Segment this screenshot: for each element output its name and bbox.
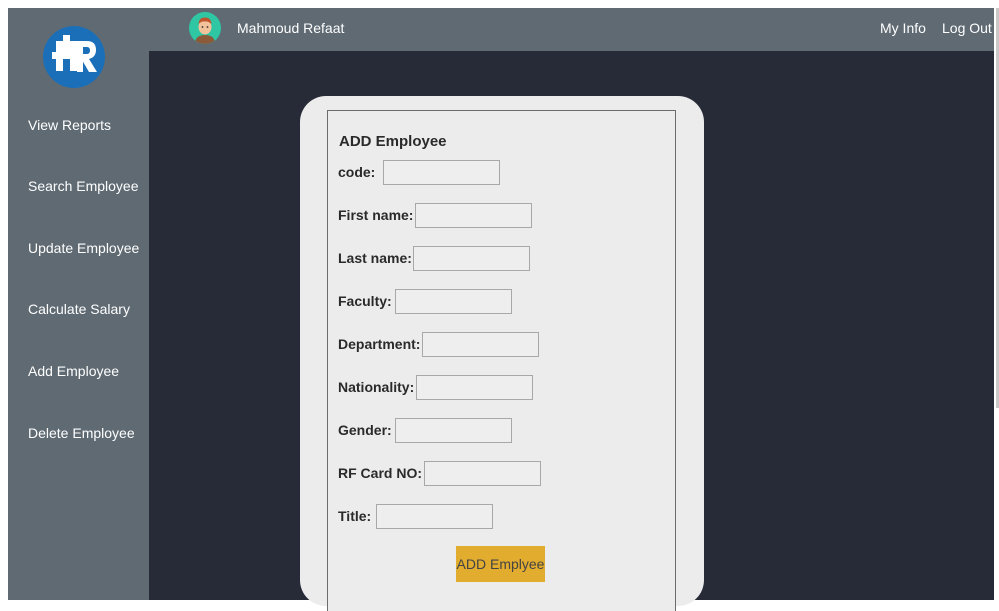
user-avatar-icon xyxy=(189,12,221,44)
first-name-label: First name: xyxy=(338,207,414,223)
nav-search-employee[interactable]: Search Employee xyxy=(28,178,139,194)
last-name-field[interactable] xyxy=(413,246,530,271)
faculty-field[interactable] xyxy=(395,289,512,314)
faculty-label: Faculty: xyxy=(338,293,392,309)
logout-link[interactable]: Log Out xyxy=(942,20,992,36)
add-employee-form xyxy=(327,110,676,611)
code-label: code: xyxy=(338,164,376,180)
nav-update-employee[interactable]: Update Employee xyxy=(28,240,139,256)
department-label: Department: xyxy=(338,336,421,352)
nationality-label: Nationality: xyxy=(338,379,415,395)
avatar[interactable] xyxy=(189,12,221,44)
app-window: View Reports Search Employee Update Empl… xyxy=(0,0,999,611)
department-field[interactable] xyxy=(422,332,539,357)
nav-view-reports[interactable]: View Reports xyxy=(28,117,111,133)
title-field[interactable] xyxy=(376,504,493,529)
rf-card-no-field[interactable] xyxy=(424,461,541,486)
gender-label: Gender: xyxy=(338,422,392,438)
rf-card-no-label: RF Card NO: xyxy=(338,465,422,481)
nav-add-employee[interactable]: Add Employee xyxy=(28,363,119,379)
last-name-label: Last name: xyxy=(338,250,412,266)
my-info-link[interactable]: My Info xyxy=(880,20,926,36)
nationality-field[interactable] xyxy=(416,375,533,400)
code-field[interactable] xyxy=(383,160,500,185)
nav-calculate-salary[interactable]: Calculate Salary xyxy=(28,301,130,317)
user-name: Mahmoud Refaat xyxy=(237,20,345,36)
nav-delete-employee[interactable]: Delete Employee xyxy=(28,425,135,441)
hr-logo xyxy=(43,26,105,88)
add-employee-button[interactable]: ADD Emplyee xyxy=(456,546,545,582)
first-name-field[interactable] xyxy=(415,203,532,228)
form-title: ADD Employee xyxy=(339,133,447,150)
title-label: Title: xyxy=(338,508,372,524)
gender-field[interactable] xyxy=(395,418,512,443)
hr-logo-icon xyxy=(52,35,97,72)
